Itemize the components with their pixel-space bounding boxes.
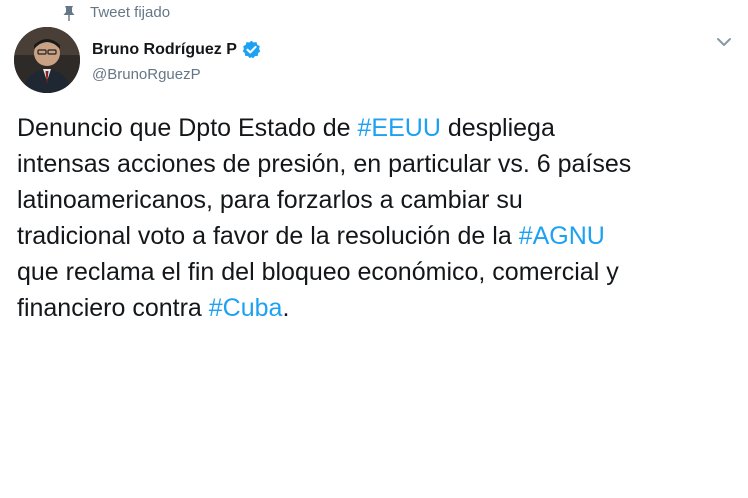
text-segment: Denuncio que Dpto Estado de <box>17 114 358 142</box>
tweet-line: Denuncio que Dpto Estado de #EEUU despli… <box>17 110 737 146</box>
hashtag-link[interactable]: #Cuba <box>209 294 283 322</box>
verified-badge-icon <box>242 40 261 59</box>
tweet-line: que reclama el fin del bloqueo económico… <box>17 254 737 290</box>
tweet-header: Bruno Rodríguez P <box>92 40 261 59</box>
tweet-line: latinoamericanos, para forzarlos a cambi… <box>17 182 737 218</box>
user-handle[interactable]: @BrunoRguezP <box>92 66 201 83</box>
text-segment: despliega <box>440 114 555 142</box>
tweet-card[interactable]: Tweet fijado Bruno Rodríguez P @BrunoRgu… <box>0 0 748 498</box>
text-segment: financiero contra <box>17 294 209 322</box>
tweet-line: tradicional voto a favor de la resolució… <box>17 218 737 254</box>
tweet-line: financiero contra #Cuba. <box>17 290 737 326</box>
pinned-label: Tweet fijado <box>90 4 171 21</box>
text-segment: tradicional voto a favor de la resolució… <box>17 222 519 250</box>
chevron-down-icon[interactable] <box>716 36 732 48</box>
tweet-line: intensas acciones de presión, en particu… <box>17 146 737 182</box>
tweet-text: Denuncio que Dpto Estado de #EEUU despli… <box>17 110 737 326</box>
hashtag-link[interactable]: #AGNU <box>519 222 605 250</box>
pinned-indicator: Tweet fijado <box>62 4 170 21</box>
text-segment: . <box>282 294 290 322</box>
pin-icon <box>62 5 76 21</box>
text-segment: latinoamericanos, para forzarlos a cambi… <box>17 186 523 214</box>
hashtag-link[interactable]: #EEUU <box>358 114 441 142</box>
display-name[interactable]: Bruno Rodríguez P <box>92 41 237 59</box>
text-segment: que reclama el fin del bloqueo económico… <box>17 258 619 286</box>
avatar[interactable] <box>14 27 80 93</box>
text-segment: intensas acciones de presión, en particu… <box>17 150 632 178</box>
